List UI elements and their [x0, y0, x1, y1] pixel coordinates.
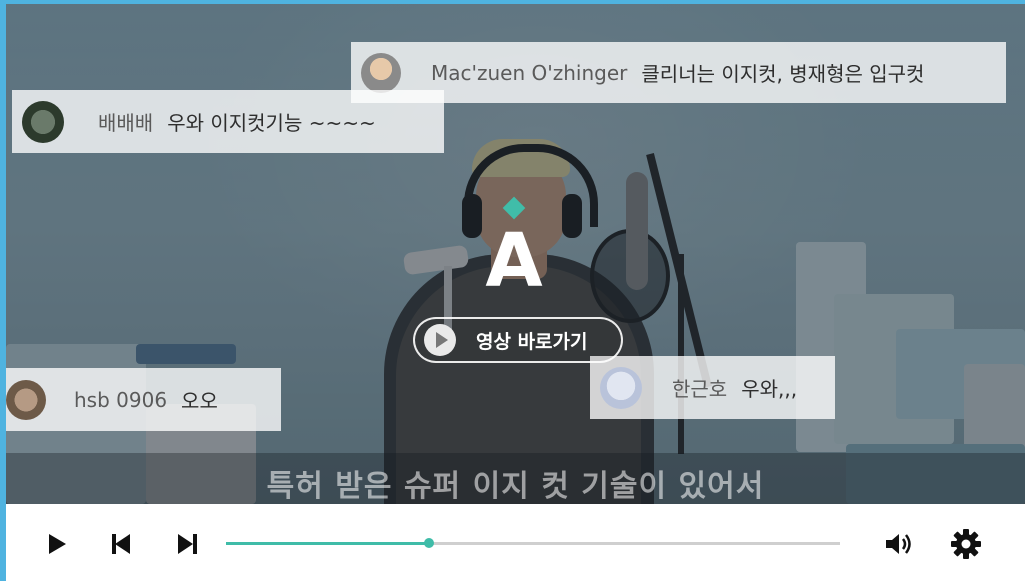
comment-user: 배배배 — [98, 111, 154, 135]
play-circle-icon — [424, 324, 456, 356]
brand-logo: A — [485, 218, 543, 304]
comment-message: 우와 이지컷기능 ~~~~ — [167, 111, 376, 135]
comment-message: 우와,,, — [741, 377, 798, 401]
control-bar — [6, 504, 1025, 581]
comment-message: 오오 — [181, 389, 218, 413]
comment-bubble: Mac'zuen O'zhinger 클리너는 이지컷, 병재형은 입구컷 — [351, 42, 1006, 103]
comment-bubble: 한근호 우와,,, — [590, 356, 835, 419]
video-player: 특허 받은 슈퍼 이지 컷 기술이 있어서 Mac'zuen O'zhinger… — [6, 4, 1025, 581]
avatar — [22, 100, 64, 143]
comment-bubble: 배배배 우와 이지컷기능 ~~~~ — [12, 90, 444, 153]
comment-bubble: hsb 0906 오오 — [6, 368, 281, 431]
progress-fill — [226, 542, 429, 545]
avatar — [600, 366, 642, 409]
go-to-video-label: 영상 바로가기 — [476, 330, 588, 353]
subtitle-text: 특허 받은 슈퍼 이지 컷 기술이 있어서 — [266, 469, 765, 504]
comment-message: 클리너는 이지컷, 병재형은 입구컷 — [641, 62, 925, 86]
avatar — [361, 52, 401, 93]
progress-knob[interactable] — [423, 538, 434, 548]
comment-user: hsb 0906 — [74, 387, 168, 412]
video-frame[interactable]: 특허 받은 슈퍼 이지 컷 기술이 있어서 Mac'zuen O'zhinger… — [6, 4, 1025, 504]
play-icon[interactable] — [46, 532, 70, 556]
comment-user: 한근호 — [672, 377, 728, 401]
gear-icon[interactable] — [950, 528, 982, 560]
previous-icon[interactable] — [110, 533, 132, 555]
comment-user: Mac'zuen O'zhinger — [431, 60, 628, 85]
next-icon[interactable] — [176, 533, 198, 555]
avatar — [6, 379, 46, 420]
go-to-video-button[interactable]: 영상 바로가기 — [413, 317, 623, 363]
progress-bar[interactable] — [226, 538, 840, 548]
volume-icon[interactable] — [884, 530, 914, 558]
